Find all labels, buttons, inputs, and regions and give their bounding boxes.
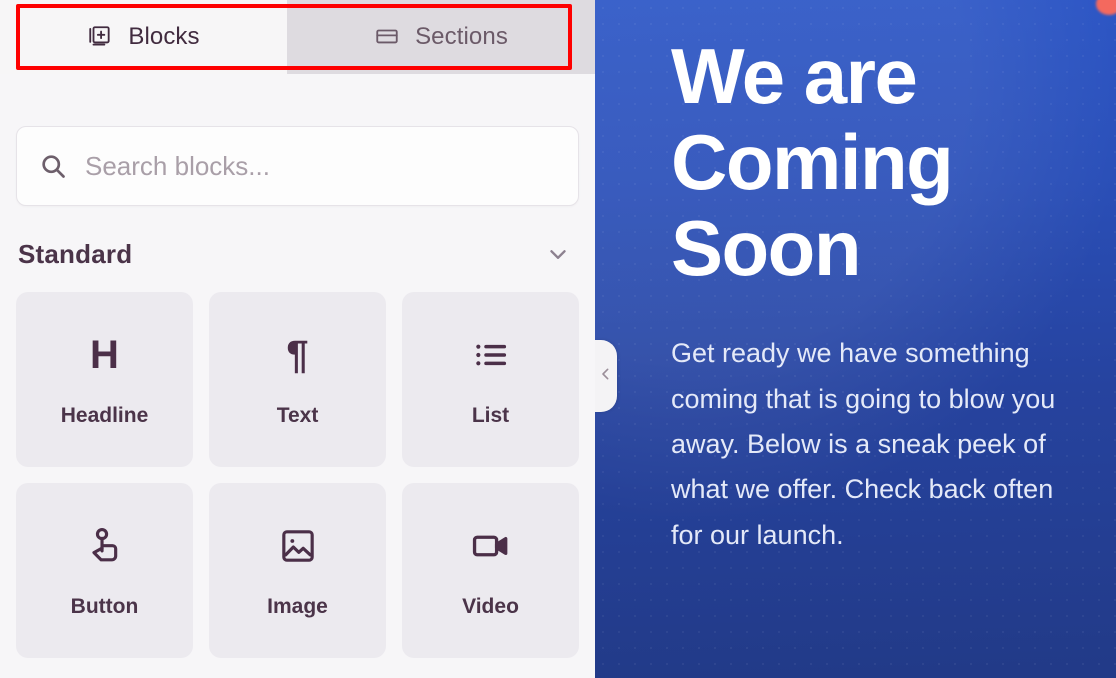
search-icon — [39, 152, 67, 180]
preview-body-text: Get ready we have something coming that … — [671, 338, 1056, 550]
block-tile-video[interactable]: Video — [402, 483, 579, 658]
page-preview-canvas: We are Coming Soon Get ready we have som… — [595, 0, 1116, 678]
tab-blocks[interactable]: Blocks — [0, 0, 287, 74]
group-title: Standard — [18, 238, 133, 269]
block-tile-headline[interactable]: H Headline — [16, 292, 193, 467]
block-tile-label: Headline — [60, 403, 149, 427]
block-tile-label: List — [471, 403, 510, 427]
image-icon — [278, 523, 318, 569]
heading-h-glyph: H — [90, 332, 119, 377]
chevron-left-icon — [598, 366, 614, 387]
chevron-down-icon[interactable] — [545, 241, 577, 267]
block-tile-label: Text — [276, 403, 319, 427]
block-tile-text[interactable]: ¶ Text — [209, 292, 386, 467]
block-editor-screen: Blocks Sections Search blocks... Standar… — [0, 0, 1116, 678]
tab-sections-label: Sections — [415, 23, 508, 50]
search-blocks-field[interactable] — [16, 126, 579, 206]
preview-headline: We are Coming Soon — [671, 32, 954, 292]
panel-tab-bar: Blocks Sections — [0, 0, 595, 74]
pilcrow-icon: ¶ — [286, 332, 308, 378]
bullet-list-icon — [471, 332, 511, 378]
block-tile-label: Video — [462, 594, 519, 618]
blocks-stack-plus-icon — [87, 24, 113, 50]
pilcrow-glyph: ¶ — [286, 332, 309, 377]
heading-h-icon: H — [90, 332, 119, 378]
block-tile-label: Image — [267, 594, 328, 618]
tab-sections[interactable]: Sections — [287, 0, 595, 74]
collapse-panel-handle[interactable] — [595, 340, 617, 412]
sections-layout-icon — [374, 24, 400, 50]
group-header-standard[interactable]: Standard — [18, 234, 577, 274]
block-tile-label: Button — [70, 594, 139, 618]
blocks-sidebar-panel: Blocks Sections Search blocks... Standar… — [0, 0, 595, 678]
block-tiles-grid: H Headline ¶ Text List Button Image Vide… — [16, 292, 579, 658]
preview-content: We are Coming Soon Get ready we have som… — [595, 0, 1116, 678]
tab-blocks-label: Blocks — [128, 23, 200, 50]
block-tile-image[interactable]: Image — [209, 483, 386, 658]
tap-hand-icon — [84, 523, 126, 569]
video-camera-icon — [470, 523, 512, 569]
block-tile-button[interactable]: Button — [16, 483, 193, 658]
block-tile-list[interactable]: List — [402, 292, 579, 467]
search-input[interactable] — [85, 127, 556, 205]
